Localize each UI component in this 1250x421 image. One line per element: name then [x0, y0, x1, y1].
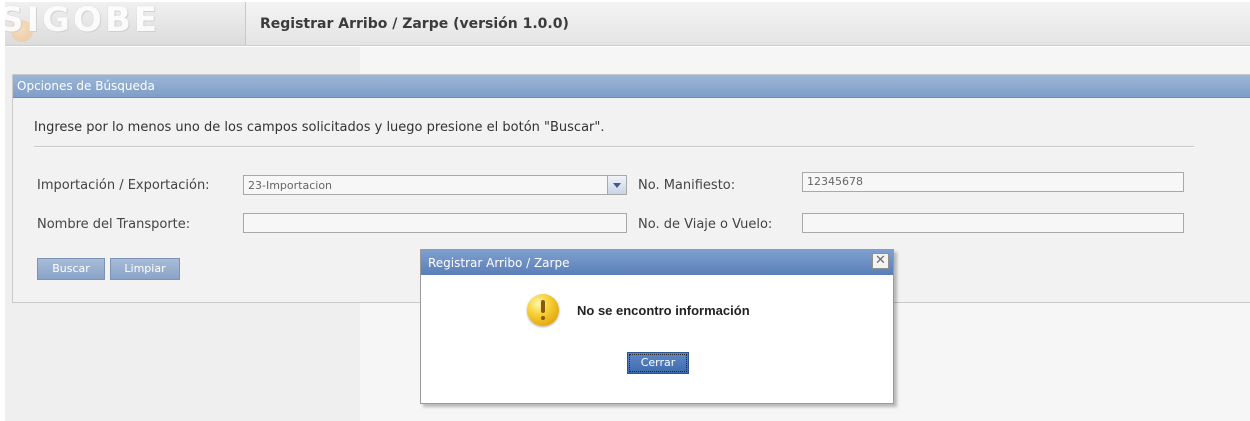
dialog-message: No se encontro información [577, 303, 750, 318]
info-dialog: Registrar Arribo / Zarpe ✕ No se encontr… [420, 249, 894, 404]
manifest-value: 12345678 [807, 175, 863, 188]
dialog-title: Registrar Arribo / Zarpe [428, 256, 570, 270]
trip-number-label: No. de Viaje o Vuelo: [638, 217, 773, 232]
import-export-select[interactable]: 23-Importacion [243, 175, 627, 195]
app-header: SIGOBE Registrar Arribo / Zarpe (versión… [5, 2, 1250, 46]
trip-number-input[interactable] [802, 213, 1184, 233]
clear-button[interactable]: Limpiar [110, 258, 180, 280]
page-title: Registrar Arribo / Zarpe (versión 1.0.0) [260, 16, 569, 32]
dialog-header: Registrar Arribo / Zarpe ✕ [421, 250, 893, 275]
chevron-down-icon[interactable] [607, 176, 626, 194]
import-export-value: 23-Importacion [248, 179, 333, 192]
panel-title: Opciones de Búsqueda [17, 79, 155, 93]
warning-icon [527, 294, 559, 326]
import-export-label: Importación / Exportación: [37, 178, 210, 193]
divider [34, 146, 1194, 148]
close-button[interactable]: Cerrar [627, 352, 689, 374]
search-button[interactable]: Buscar [37, 258, 105, 280]
manifest-label: No. Manifiesto: [638, 178, 736, 193]
close-icon[interactable]: ✕ [872, 253, 889, 269]
panel-header: Opciones de Búsqueda [13, 75, 1250, 98]
instructions-text: Ingrese por lo menos uno de los campos s… [34, 120, 605, 135]
app-logo: SIGOBE [5, 2, 246, 45]
transport-name-input[interactable] [243, 213, 627, 233]
transport-name-label: Nombre del Transporte: [37, 217, 191, 232]
manifest-input[interactable]: 12345678 [802, 172, 1184, 192]
logo-text: SIGOBE [5, 2, 161, 40]
